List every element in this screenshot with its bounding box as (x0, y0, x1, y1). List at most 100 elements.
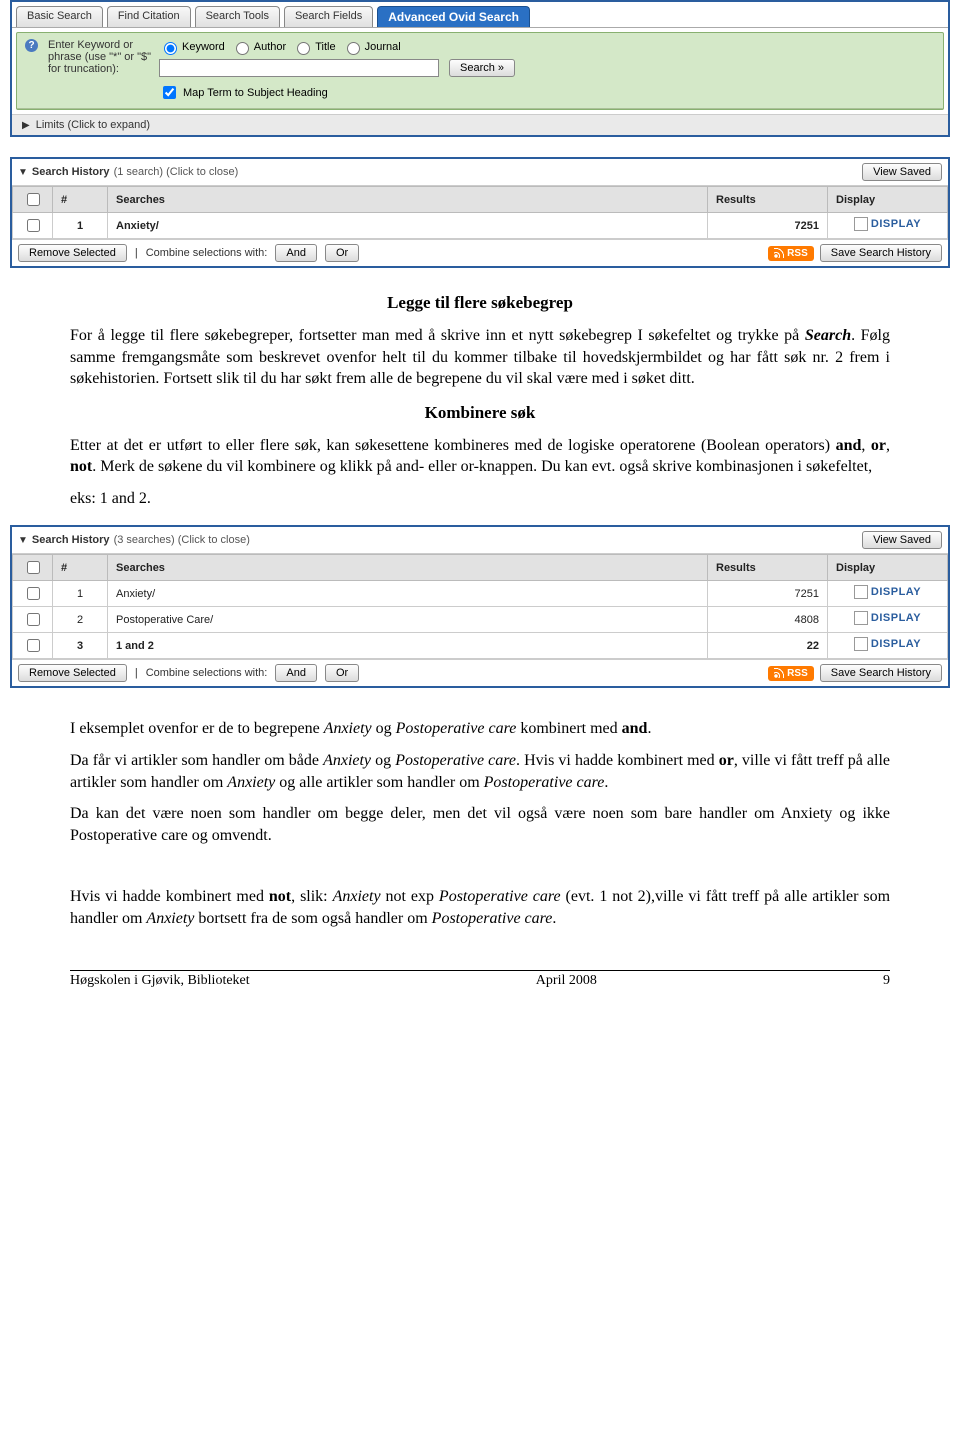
radio-keyword-label: Keyword (182, 41, 225, 53)
footer-page-number: 9 (883, 973, 890, 989)
combine-label: Combine selections with: (146, 247, 268, 259)
col-display: Display (828, 187, 948, 213)
combine-and-button[interactable]: And (275, 244, 317, 262)
map-term-checkbox[interactable] (163, 86, 176, 99)
combine-and-button[interactable]: And (275, 664, 317, 682)
keyword-prompt: Enter Keyword or phrase (use "*" or "$" … (48, 39, 153, 75)
row-search: 1 and 2 (108, 633, 708, 659)
triangle-right-icon: ▶ (22, 120, 30, 131)
tab-advanced-ovid-search[interactable]: Advanced Ovid Search (377, 6, 530, 27)
history-row: 1 Anxiety/ 7251 DISPLAY (13, 581, 948, 607)
select-all-checkbox[interactable] (27, 193, 40, 206)
page-footer: Høgskolen i Gjøvik, Biblioteket April 20… (70, 970, 890, 989)
search-history-panel-1: ▼ Search History (1 search) (Click to cl… (10, 157, 950, 268)
view-saved-button[interactable]: View Saved (862, 531, 942, 549)
row-num: 3 (53, 633, 108, 659)
row-search: Postoperative Care/ (108, 607, 708, 633)
search-panel: Basic Search Find Citation Search Tools … (10, 0, 950, 137)
para-4: Da får vi artikler som handler om både A… (70, 750, 890, 793)
col-checkbox (13, 187, 53, 213)
remove-selected-button[interactable]: Remove Selected (18, 664, 127, 682)
history-title: Search History (32, 166, 110, 178)
display-link[interactable]: DISPLAY (854, 611, 921, 625)
tab-row: Basic Search Find Citation Search Tools … (12, 2, 948, 28)
tab-search-tools[interactable]: Search Tools (195, 6, 280, 27)
footer-left: Høgskolen i Gjøvik, Biblioteket (70, 973, 250, 989)
combine-or-button[interactable]: Or (325, 664, 359, 682)
tab-search-fields[interactable]: Search Fields (284, 6, 373, 27)
history-row: 3 1 and 2 22 DISPLAY (13, 633, 948, 659)
radio-title[interactable] (297, 42, 310, 55)
row-results: 22 (708, 633, 828, 659)
rss-badge[interactable]: RSS (768, 246, 814, 261)
search-input[interactable] (159, 59, 439, 77)
row-checkbox[interactable] (27, 639, 40, 652)
para-6: Hvis vi hadde kombinert med not, slik: A… (70, 886, 890, 929)
col-results: Results (708, 187, 828, 213)
search-button[interactable]: Search » (449, 59, 515, 77)
radio-author-label: Author (254, 41, 286, 53)
row-num: 2 (53, 607, 108, 633)
combine-label: Combine selections with: (146, 667, 268, 679)
help-icon[interactable]: ? (25, 39, 38, 52)
col-display: Display (828, 555, 948, 581)
history-row: 1 Anxiety/ 7251 DISPLAY (13, 213, 948, 239)
col-results: Results (708, 555, 828, 581)
footer-center: April 2008 (536, 973, 597, 989)
history-table-2: # Searches Results Display 1 Anxiety/ 72… (12, 554, 948, 659)
triangle-down-icon[interactable]: ▼ (18, 167, 28, 178)
row-results: 4808 (708, 607, 828, 633)
history-subtitle: (1 search) (Click to close) (114, 166, 239, 178)
map-term-label: Map Term to Subject Heading (183, 87, 328, 99)
search-type-radios: Keyword Author Title Journal (159, 39, 935, 55)
para-2b: eks: 1 and 2. (70, 488, 890, 510)
col-number: # (53, 555, 108, 581)
col-searches: Searches (108, 555, 708, 581)
para-2: Etter at det er utført to eller flere sø… (70, 435, 890, 478)
limits-label: Limits (Click to expand) (36, 119, 150, 131)
history-subtitle: (3 searches) (Click to close) (114, 534, 250, 546)
combine-or-button[interactable]: Or (325, 244, 359, 262)
save-history-button[interactable]: Save Search History (820, 244, 942, 262)
radio-journal[interactable] (347, 42, 360, 55)
tab-basic-search[interactable]: Basic Search (16, 6, 103, 27)
search-form-box: ? Enter Keyword or phrase (use "*" or "$… (16, 32, 944, 110)
body-text-1: Legge til flere søkebegrep For å legge t… (10, 268, 950, 509)
para-1: For å legge til flere søkebegreper, fort… (70, 325, 890, 390)
display-link[interactable]: DISPLAY (854, 585, 921, 599)
triangle-down-icon[interactable]: ▼ (18, 535, 28, 546)
body-text-2: I eksemplet ovenfor er de to begrepene A… (10, 688, 950, 929)
heading-kombinere: Kombinere søk (70, 402, 890, 425)
limits-expander[interactable]: ▶ Limits (Click to expand) (12, 114, 948, 135)
col-searches: Searches (108, 187, 708, 213)
para-5: Da kan det være noen som handler om begg… (70, 803, 890, 846)
row-search: Anxiety/ (108, 581, 708, 607)
para-3: I eksemplet ovenfor er de to begrepene A… (70, 718, 890, 740)
radio-title-label: Title (315, 41, 335, 53)
row-checkbox[interactable] (27, 587, 40, 600)
rss-badge[interactable]: RSS (768, 666, 814, 681)
row-results: 7251 (708, 581, 828, 607)
history-title: Search History (32, 534, 110, 546)
row-search: Anxiety/ (108, 213, 708, 239)
display-link[interactable]: DISPLAY (854, 217, 921, 231)
select-all-checkbox[interactable] (27, 561, 40, 574)
display-link[interactable]: DISPLAY (854, 637, 921, 651)
radio-author[interactable] (236, 42, 249, 55)
col-number: # (53, 187, 108, 213)
row-checkbox[interactable] (27, 613, 40, 626)
row-checkbox[interactable] (27, 219, 40, 232)
search-history-panel-2: ▼ Search History (3 searches) (Click to … (10, 525, 950, 688)
history-row: 2 Postoperative Care/ 4808 DISPLAY (13, 607, 948, 633)
save-history-button[interactable]: Save Search History (820, 664, 942, 682)
row-num: 1 (53, 213, 108, 239)
heading-legge-til: Legge til flere søkebegrep (70, 292, 890, 315)
tab-find-citation[interactable]: Find Citation (107, 6, 191, 27)
row-num: 1 (53, 581, 108, 607)
radio-journal-label: Journal (365, 41, 401, 53)
radio-keyword[interactable] (164, 42, 177, 55)
view-saved-button[interactable]: View Saved (862, 163, 942, 181)
row-results: 7251 (708, 213, 828, 239)
history-table: # Searches Results Display 1 Anxiety/ 72… (12, 186, 948, 239)
remove-selected-button[interactable]: Remove Selected (18, 244, 127, 262)
